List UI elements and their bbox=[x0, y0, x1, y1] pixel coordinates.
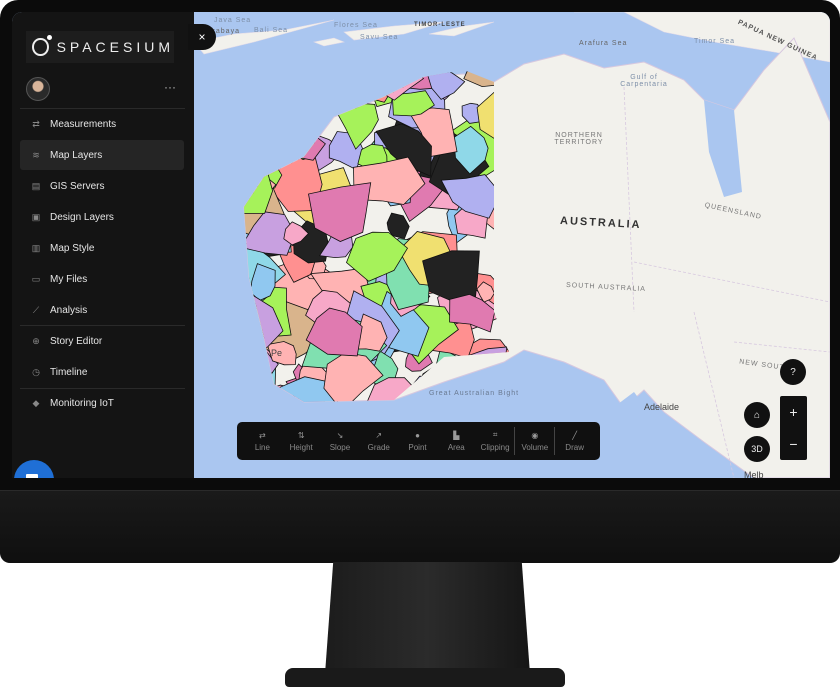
sidebar-item-label: Design Layers bbox=[50, 211, 114, 223]
line-measure-icon: ⇄ bbox=[259, 430, 266, 440]
sidebar-item-measurements[interactable]: ⇄ Measurements bbox=[20, 109, 184, 139]
help-button[interactable]: ? bbox=[780, 359, 806, 385]
tool-draw[interactable]: ╱ Draw bbox=[555, 431, 594, 452]
tool-label: Point bbox=[408, 442, 427, 452]
slope-icon: ↘ bbox=[336, 430, 344, 440]
tool-label: Draw bbox=[565, 442, 584, 452]
plus-circle-icon: ⊕ bbox=[32, 335, 40, 346]
label-adelaide: Adelaide bbox=[644, 402, 680, 412]
label-java-sea: Java Sea bbox=[214, 17, 252, 24]
logo: SPACESIUM bbox=[26, 31, 174, 63]
close-icon: × bbox=[198, 30, 206, 44]
tool-point[interactable]: ● Point bbox=[398, 431, 437, 452]
sidebar-item-analysis[interactable]: ⟋ Analysis bbox=[20, 295, 184, 325]
sidebar-item-label: My Files bbox=[50, 273, 88, 285]
sidebar-item-map-layers[interactable]: ≋ Map Layers bbox=[20, 140, 184, 170]
avatar[interactable] bbox=[26, 77, 50, 101]
map-canvas[interactable] bbox=[193, 12, 830, 478]
sidebar-item-design-layers[interactable]: ▣ Design Layers bbox=[20, 202, 184, 232]
more-options-button[interactable]: ··· bbox=[164, 80, 176, 94]
monitor-stand bbox=[325, 562, 530, 674]
logo-mark bbox=[32, 35, 52, 56]
sidebar-item-label: Story Editor bbox=[50, 335, 103, 347]
sidebar-item-label: Map Layers bbox=[50, 149, 103, 161]
sidebar-item-label: Measurements bbox=[50, 118, 117, 130]
tool-label: Height bbox=[289, 442, 313, 452]
sidebar-item-label: Monitoring IoT bbox=[50, 397, 114, 409]
sidebar-item-label: Timeline bbox=[50, 366, 88, 378]
label-savu-sea: Savu Sea bbox=[360, 34, 399, 41]
sidebar-item-my-files[interactable]: ▭ My Files bbox=[20, 264, 184, 294]
home-button[interactable]: ⌂ bbox=[744, 402, 770, 428]
sidebar-item-label: Analysis bbox=[50, 304, 88, 316]
grade-icon: ↗ bbox=[375, 430, 383, 440]
tool-label: Slope bbox=[329, 442, 351, 452]
chart-line-icon: ⟋ bbox=[32, 304, 40, 315]
chat-button[interactable] bbox=[14, 460, 54, 478]
measurement-toolbar: ⇄ Line ⇅ Height ↘ Slope ↗ Grade ● Point ▙ Area ⌗ Clip… bbox=[237, 422, 600, 460]
zoom-in-button[interactable]: + bbox=[780, 396, 807, 428]
point-icon: ● bbox=[415, 430, 420, 440]
tool-line[interactable]: ⇄ Line bbox=[243, 431, 282, 452]
label-nt: NORTHERN TERRITORY bbox=[554, 132, 604, 146]
sidebar: SPACESIUM ··· ⇄ Measurements ≋ Map Layers ▤ G… bbox=[12, 12, 194, 478]
label-flores-sea: Flores Sea bbox=[334, 22, 378, 29]
height-icon: ⇅ bbox=[297, 430, 305, 440]
tool-slope[interactable]: ↘ Slope bbox=[321, 431, 360, 452]
sidebar-item-map-style[interactable]: ▥ Map Style bbox=[20, 233, 184, 263]
label-bight: Great Australian Bight bbox=[429, 390, 520, 397]
logo-text: SPACESIUM bbox=[56, 39, 174, 55]
label-arafura-sea: Arafura Sea bbox=[579, 40, 628, 47]
database-icon: ▣ bbox=[31, 211, 41, 222]
label-bali-sea: Bali Sea bbox=[254, 27, 289, 34]
screen: Timor Sea Savu Sea Flores Sea Java Sea B… bbox=[12, 12, 830, 478]
home-icon: ⌂ bbox=[753, 409, 761, 421]
sensor-icon: ◆ bbox=[32, 397, 40, 408]
volume-icon: ◉ bbox=[531, 430, 539, 440]
divider bbox=[20, 388, 185, 389]
tool-grade[interactable]: ↗ Grade bbox=[359, 431, 398, 452]
label-timor-leste: TIMOR-LESTE bbox=[414, 22, 466, 28]
tool-label: Volume bbox=[521, 442, 549, 452]
tool-label: Line bbox=[254, 442, 270, 452]
map-icon: ▥ bbox=[31, 242, 41, 253]
label-melbourne: Melb bbox=[744, 470, 764, 478]
layers-icon: ≋ bbox=[32, 149, 40, 160]
label-timor-sea: Timor Sea bbox=[694, 38, 736, 45]
tool-label: Grade bbox=[367, 442, 390, 452]
tool-area[interactable]: ▙ Area bbox=[437, 431, 476, 452]
clipping-icon: ⌗ bbox=[492, 430, 498, 439]
monitor-chin bbox=[0, 490, 840, 563]
tool-volume[interactable]: ◉ Volume bbox=[515, 431, 554, 452]
folder-icon: ▭ bbox=[31, 273, 41, 284]
sidebar-item-gis-servers[interactable]: ▤ GIS Servers bbox=[20, 171, 184, 201]
label-gulf: Gulf of Carpentaria bbox=[620, 74, 668, 88]
3d-mode-button[interactable]: 3D bbox=[744, 436, 770, 462]
label-perth: Pe bbox=[271, 348, 283, 358]
tool-height[interactable]: ⇅ Height bbox=[282, 431, 321, 452]
sidebar-item-timeline[interactable]: ◷ Timeline bbox=[20, 357, 184, 387]
area-icon: ▙ bbox=[453, 430, 460, 440]
sidebar-item-monitoring-iot[interactable]: ◆ Monitoring IoT bbox=[20, 388, 184, 418]
tool-clipping[interactable]: ⌗ Clipping bbox=[476, 430, 515, 452]
draw-icon: ╱ bbox=[572, 430, 578, 440]
divider bbox=[20, 325, 185, 326]
tool-label: Clipping bbox=[480, 443, 510, 452]
close-sidebar-button[interactable]: × bbox=[188, 24, 216, 50]
tool-label: Area bbox=[447, 442, 465, 452]
server-icon: ▤ bbox=[31, 180, 41, 191]
zoom-out-button[interactable]: − bbox=[780, 428, 807, 460]
sidebar-item-label: GIS Servers bbox=[50, 180, 105, 192]
monitor-base bbox=[285, 668, 565, 687]
map-view[interactable]: Timor Sea Savu Sea Flores Sea Java Sea B… bbox=[193, 12, 830, 478]
sidebar-item-story-editor[interactable]: ⊕ Story Editor bbox=[20, 326, 184, 356]
sidebar-item-label: Map Style bbox=[50, 242, 95, 254]
arrows-swap-icon: ⇄ bbox=[32, 118, 40, 129]
clock-icon: ◷ bbox=[32, 366, 40, 377]
zoom-control: + − bbox=[780, 396, 807, 460]
